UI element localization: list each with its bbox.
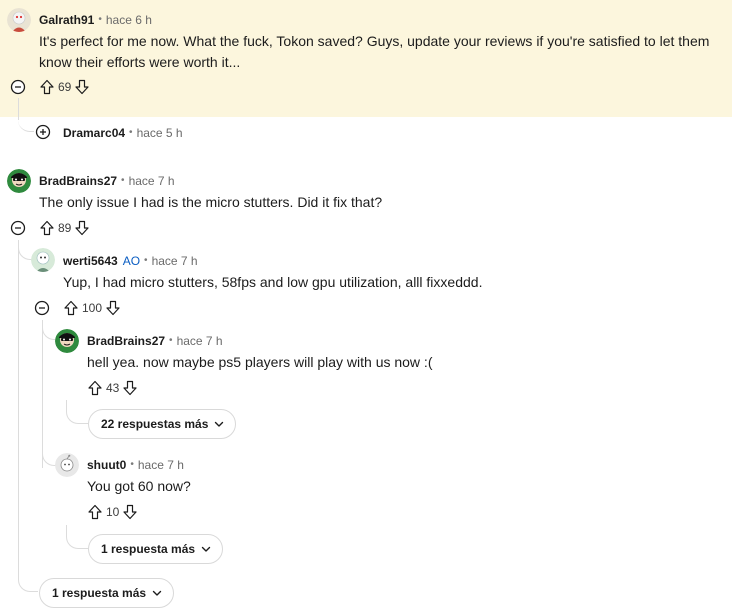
- username[interactable]: BradBrains27: [39, 173, 117, 189]
- more-replies-button[interactable]: 1 respuesta más: [88, 534, 224, 564]
- arrow-down-outline-icon: [123, 380, 137, 396]
- comment-meta: BradBrains27 • hace 7 h: [39, 173, 175, 189]
- comment-meta: Galrath91 • hace 6 h: [39, 12, 152, 28]
- arrow-up-outline-icon: [40, 79, 54, 95]
- arrow-down-outline-icon: [75, 220, 89, 236]
- expand-thread-button[interactable]: [35, 124, 51, 140]
- timestamp[interactable]: hace 6 h: [106, 12, 152, 28]
- separator: •: [144, 255, 148, 266]
- thread-curve: [66, 400, 88, 424]
- downvote-button[interactable]: [74, 220, 90, 236]
- thread-curve: [18, 560, 38, 592]
- vote-bar: 69: [39, 77, 90, 97]
- separator: •: [98, 14, 102, 25]
- vote-bar: 89: [39, 218, 90, 238]
- upvote-button[interactable]: [87, 380, 103, 396]
- arrow-up-outline-icon: [40, 220, 54, 236]
- separator: •: [121, 175, 125, 186]
- timestamp[interactable]: hace 7 h: [152, 253, 198, 269]
- username[interactable]: shuut0: [87, 457, 126, 473]
- downvote-button[interactable]: [122, 504, 138, 520]
- separator: •: [129, 127, 133, 138]
- separator: •: [130, 459, 134, 470]
- minus-circle-icon: [10, 79, 26, 95]
- minus-circle-icon: [34, 300, 50, 316]
- downvote-button[interactable]: [105, 300, 121, 316]
- comment-meta: werti5643 AO • hace 7 h: [63, 253, 198, 269]
- more-replies-label: 1 respuesta más: [52, 586, 147, 600]
- thread-curve: [42, 320, 56, 340]
- collapsed-comment-meta: Dramarc04 • hace 5 h: [63, 125, 183, 141]
- upvote-button[interactable]: [39, 79, 55, 95]
- arrow-up-outline-icon: [88, 504, 102, 520]
- avatar[interactable]: [55, 453, 79, 477]
- timestamp[interactable]: hace 7 h: [129, 173, 175, 189]
- avatar[interactable]: [7, 169, 31, 193]
- thread-line: [42, 320, 43, 468]
- avatar[interactable]: [55, 329, 79, 353]
- vote-bar: 43: [87, 378, 138, 398]
- plus-circle-icon: [35, 124, 51, 140]
- vote-count: 10: [106, 505, 120, 519]
- thread-curve: [18, 98, 34, 132]
- more-replies-label: 22 respuestas más: [101, 417, 209, 431]
- avatar[interactable]: [31, 248, 55, 272]
- comment-meta: shuut0 • hace 7 h: [87, 457, 184, 473]
- timestamp[interactable]: hace 7 h: [138, 457, 184, 473]
- arrow-up-outline-icon: [64, 300, 78, 316]
- thread-curve: [42, 448, 56, 466]
- comment-body: hell yea. now maybe ps5 players will pla…: [87, 354, 433, 370]
- separator: •: [169, 335, 173, 346]
- arrow-up-outline-icon: [88, 380, 102, 396]
- more-replies-button[interactable]: 22 respuestas más: [88, 409, 237, 439]
- vote-bar: 10: [87, 502, 138, 522]
- timestamp[interactable]: hace 7 h: [177, 333, 223, 349]
- avatar[interactable]: [7, 8, 31, 32]
- comment-meta: BradBrains27 • hace 7 h: [87, 333, 223, 349]
- arrow-down-outline-icon: [123, 504, 137, 520]
- comment-body: Yup, I had micro stutters, 58fps and low…: [63, 274, 483, 290]
- downvote-button[interactable]: [74, 79, 90, 95]
- more-replies-label: 1 respuesta más: [101, 542, 196, 556]
- comment-body: It's perfect for me now. What the fuck, …: [39, 33, 710, 70]
- vote-count: 89: [58, 221, 72, 235]
- username[interactable]: Dramarc04: [63, 125, 125, 141]
- more-replies-button[interactable]: 1 respuesta más: [39, 578, 175, 608]
- vote-count: 43: [106, 381, 120, 395]
- arrow-down-outline-icon: [106, 300, 120, 316]
- comment-body: You got 60 now?: [87, 478, 191, 494]
- username[interactable]: werti5643: [63, 253, 118, 269]
- thread-curve: [18, 240, 32, 260]
- minus-circle-icon: [10, 220, 26, 236]
- arrow-down-outline-icon: [75, 79, 89, 95]
- downvote-button[interactable]: [122, 380, 138, 396]
- chevron-down-icon: [201, 546, 211, 552]
- upvote-button[interactable]: [87, 504, 103, 520]
- upvote-button[interactable]: [39, 220, 55, 236]
- thread-curve: [66, 525, 88, 549]
- vote-bar: 100: [63, 298, 121, 318]
- thread-line: [18, 240, 19, 580]
- op-badge: AO: [122, 254, 141, 268]
- username[interactable]: BradBrains27: [87, 333, 165, 349]
- chevron-down-icon: [215, 421, 224, 427]
- upvote-button[interactable]: [63, 300, 79, 316]
- comment-body: The only issue I had is the micro stutte…: [39, 194, 383, 210]
- collapse-thread-button[interactable]: [10, 220, 26, 236]
- vote-count: 100: [82, 301, 103, 315]
- username[interactable]: Galrath91: [39, 12, 94, 28]
- collapse-thread-button[interactable]: [10, 79, 26, 95]
- chevron-down-icon: [152, 590, 162, 596]
- vote-count: 69: [58, 80, 72, 94]
- collapse-thread-button[interactable]: [34, 300, 50, 316]
- timestamp[interactable]: hace 5 h: [137, 125, 183, 141]
